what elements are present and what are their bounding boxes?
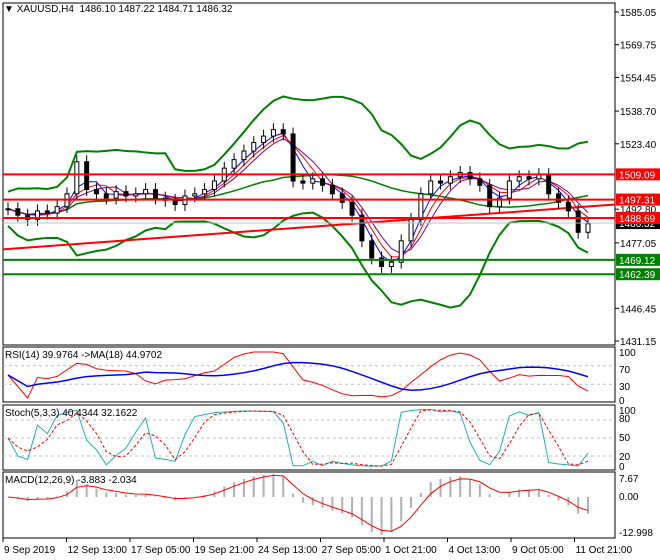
stoch-label: Stoch(5,3,3) 40.4344 32.1622 [5,408,138,419]
candle-body [231,159,237,169]
x-tick-label: 1 Oct 21:00 [385,545,437,556]
y-tick-label: 1538.70 [620,107,657,118]
y-tick-label: 1446.45 [620,304,657,315]
candle-body [438,180,444,184]
candle-body [172,199,178,206]
candle-body [320,178,326,186]
resistance-label: 1488.69 [619,214,656,225]
ohlc-values: 1486.10 1487.22 1484.71 1486.32 [79,4,233,15]
bollinger-upper [7,95,589,193]
support-label: 1462.39 [619,270,656,281]
rsi-level-label: 70 [619,365,631,376]
candle-body [152,189,158,199]
y-tick-label: 1585.05 [620,8,657,19]
candle-body [15,208,21,216]
candle-body [123,191,129,197]
symbol-header: ▼ XAUUSD,H4 1486.10 1487.22 1484.71 1486… [4,4,232,15]
candle-body [428,180,434,195]
x-tick-label: 27 Sep 05:00 [322,545,382,556]
candle-body [349,201,355,216]
candle-body [270,129,276,137]
support-label: 1469.12 [619,256,656,267]
rsi-level-label: 100 [619,348,636,359]
rsi-level-label: 30 [619,382,631,393]
x-tick-label: 9 Oct 05:00 [512,545,564,556]
candle-body [192,193,198,197]
candle-body [447,176,453,184]
candle-body [585,223,591,233]
candle-body [113,191,119,199]
candle-body [339,193,345,203]
x-tick-label: 11 Oct 21:00 [576,545,633,556]
candle-body [565,201,571,212]
candle-body [477,178,483,186]
y-tick-label: 1569.75 [620,41,657,52]
bollinger-middle [7,174,589,216]
x-tick-label: 17 Sep 05:00 [131,545,191,556]
candle-body [84,161,90,191]
candle-body [211,180,217,191]
candle-body [369,240,375,259]
candle-body [93,189,99,195]
candle-body [556,193,562,203]
y-tick-label: 1554.45 [620,73,657,84]
candle-body [133,193,139,197]
candle-body [300,180,306,184]
candle-body [546,174,552,195]
candle-body [241,150,247,161]
stoch-level-label: 80 [619,414,631,425]
symbol-label: XAUUSD,H4 [16,4,74,15]
candle-body [280,129,286,135]
candle-body [506,180,512,199]
rsi-label: RSI(14) 39.9764 ->MA(18) 44.9702 [5,350,163,361]
candle-body [143,189,149,195]
candle-body [388,261,394,267]
macd-label: MACD(12,26,9) -3.883 -2.034 [5,475,137,486]
y-tick-label: 1431.15 [620,337,657,348]
candle-body [5,208,11,211]
candle-body [310,178,316,184]
macd-level-label: 7.67 [619,474,639,485]
candle-body [359,214,365,242]
candle-body [575,210,581,233]
candle-body [261,135,267,144]
candle-body [516,176,522,182]
x-tick-label: 19 Sep 21:00 [195,545,255,556]
candle-body [74,161,80,195]
candle-body [44,210,50,214]
candle-body [54,206,60,214]
trendline [2,203,616,251]
macd-level-label: -12.998 [619,528,653,539]
candle-body [526,176,532,180]
chart-window: 1585.05 1569.75 1554.45 1538.70 1523.40 1492.… [0,0,660,560]
rsi-ma-line [7,361,589,392]
macd-level-label: 0.00 [619,492,639,503]
candle-body [202,189,208,195]
y-tick-label: 1523.40 [620,140,657,151]
candle-body [487,184,493,208]
candle-body [103,193,109,199]
resistance-label: 1497.31 [619,196,656,207]
dropdown-triangle-icon[interactable]: ▼ [4,4,14,15]
x-tick-label: 4 Oct 13:00 [449,545,501,556]
candle-body [329,184,335,195]
candle-body [251,142,257,152]
x-tick-label: 24 Sep 13:00 [258,545,318,556]
x-tick-label: 9 Sep 2019 [4,545,56,556]
stoch-level-label: 50 [619,433,631,444]
x-tick-label: 12 Sep 13:00 [68,545,128,556]
candle-body [418,193,424,220]
resistance-label: 1509.09 [619,170,656,181]
y-tick-label: 1477.05 [620,239,657,250]
stoch-level-label: 0 [619,462,625,473]
